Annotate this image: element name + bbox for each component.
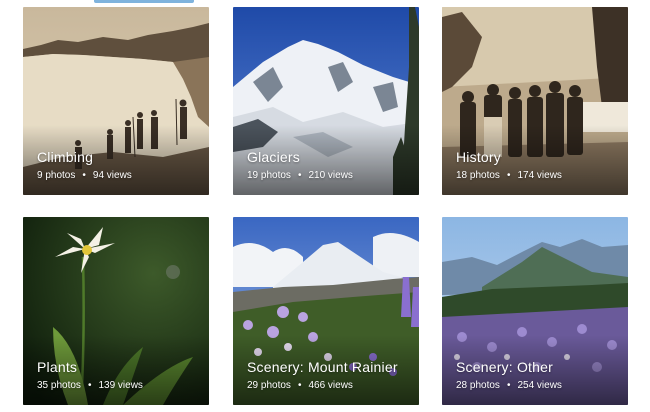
album-card-history[interactable]: History 18 photos • 174 views (442, 7, 628, 195)
album-info: Climbing 9 photos • 94 views (37, 149, 132, 182)
photo-count: 19 photos (247, 170, 291, 181)
album-title: History (456, 149, 501, 165)
view-count: 210 views (308, 170, 353, 181)
album-title: Scenery: Mount Rainier (247, 359, 398, 375)
album-stats: 19 photos • 210 views (247, 170, 353, 182)
view-count: 466 views (308, 380, 353, 391)
album-card-glaciers[interactable]: Glaciers 19 photos • 210 views (233, 7, 419, 195)
photo-count: 18 photos (456, 170, 500, 181)
album-title: Scenery: Other (456, 359, 553, 375)
view-count: 139 views (98, 380, 143, 391)
album-info: Plants 35 photos • 139 views (37, 359, 143, 392)
album-card-plants[interactable]: Plants 35 photos • 139 views (23, 217, 209, 405)
separator: • (82, 170, 86, 181)
separator: • (297, 380, 302, 391)
album-card-scenery-other[interactable]: Scenery: Other 28 photos • 254 views (442, 217, 628, 405)
photo-count: 9 photos (37, 170, 76, 181)
separator: • (506, 170, 511, 181)
album-info: History 18 photos • 174 views (456, 149, 562, 182)
album-stats: 29 photos • 466 views (247, 380, 398, 392)
album-card-climbing[interactable]: Climbing 9 photos • 94 views (23, 7, 209, 195)
photo-count: 35 photos (37, 380, 81, 391)
album-info: Glaciers 19 photos • 210 views (247, 149, 353, 182)
album-stats: 35 photos • 139 views (37, 380, 143, 392)
view-count: 94 views (92, 170, 132, 181)
photo-count: 29 photos (247, 380, 291, 391)
separator: • (87, 380, 92, 391)
album-card-scenery-mount-rainier[interactable]: Scenery: Mount Rainier 29 photos • 466 vie… (233, 217, 419, 405)
view-count: 174 views (517, 170, 562, 181)
album-stats: 28 photos • 254 views (456, 380, 562, 392)
separator: • (506, 380, 511, 391)
album-info: Scenery: Mount Rainier 29 photos • 466 vie… (247, 359, 398, 392)
album-title: Plants (37, 359, 78, 375)
album-grid: Climbing 9 photos • 94 views Glaciers 19… (0, 0, 650, 412)
album-title: Climbing (37, 149, 94, 165)
album-info: Scenery: Other 28 photos • 254 views (456, 359, 562, 392)
photo-count: 28 photos (456, 380, 500, 391)
album-title: Glaciers (247, 149, 300, 165)
separator: • (297, 170, 302, 181)
album-stats: 9 photos • 94 views (37, 170, 132, 182)
album-stats: 18 photos • 174 views (456, 170, 562, 182)
view-count: 254 views (517, 380, 562, 391)
